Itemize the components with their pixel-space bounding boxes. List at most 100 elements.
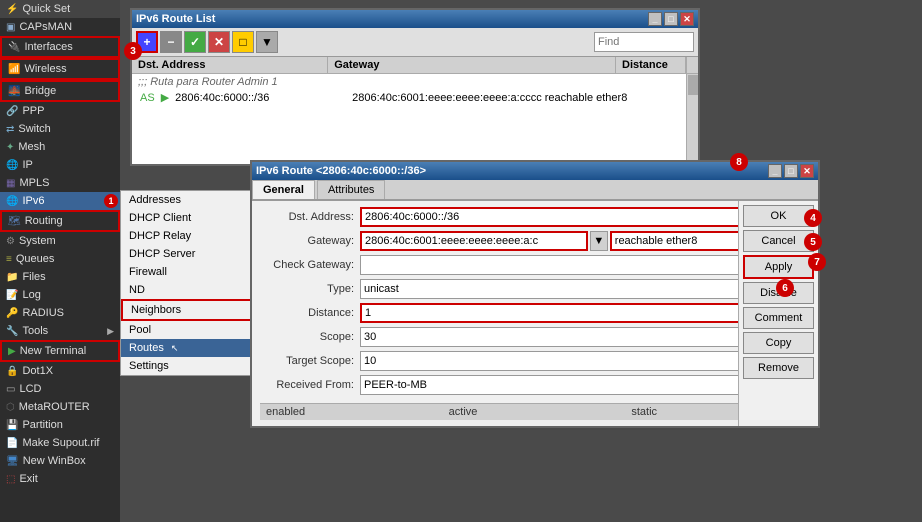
sidebar-item-partition[interactable]: 💾 Partition — [0, 416, 120, 434]
sidebar-item-exit[interactable]: ⬚ Exit — [0, 470, 120, 488]
sidebar-label-exit: Exit — [19, 473, 37, 485]
sidebar-label-partition: Partition — [22, 419, 62, 431]
sidebar-label-ip: IP — [22, 159, 32, 171]
type-input[interactable] — [360, 279, 772, 299]
sidebar-item-tools[interactable]: 🔧 Tools ▶ — [0, 322, 120, 340]
sidebar: ⚡ Quick Set ▣ CAPsMAN 🔌 Interfaces 📶 Wir… — [0, 0, 120, 522]
gateway-input[interactable] — [360, 231, 588, 251]
route-list-title: IPv6 Route List — [136, 13, 215, 25]
comment-button[interactable]: Comment — [743, 307, 814, 329]
route-edit-maximize-btn[interactable]: □ — [784, 164, 798, 178]
sidebar-item-system[interactable]: ⚙ System — [0, 232, 120, 250]
sidebar-item-metarouter[interactable]: ⬡ MetaROUTER — [0, 398, 120, 416]
enable-route-btn[interactable]: ✓ — [184, 31, 206, 53]
queues-icon: ≡ — [6, 254, 12, 265]
scrollbar-thumb[interactable] — [688, 75, 698, 95]
sidebar-label-quick-set: Quick Set — [22, 3, 70, 15]
sidebar-label-make-supout: Make Supout.rif — [22, 437, 99, 449]
route-list-close-btn[interactable]: ✕ — [680, 12, 694, 26]
remove-route-btn[interactable]: − — [160, 31, 182, 53]
copy-button[interactable]: Copy — [743, 332, 814, 354]
sidebar-item-queues[interactable]: ≡ Queues — [0, 250, 120, 268]
sidebar-item-new-terminal[interactable]: ▶ New Terminal — [0, 340, 120, 362]
filter-route-btn[interactable]: ▼ — [256, 31, 278, 53]
submenu-dhcp-server[interactable]: DHCP Server — [121, 245, 254, 263]
interfaces-icon: 🔌 — [8, 42, 20, 53]
type-label: Type: — [260, 283, 360, 295]
distance-input[interactable] — [360, 303, 796, 323]
status-active: active — [449, 406, 626, 418]
scrollbar-vertical[interactable] — [686, 74, 698, 164]
apply-button[interactable]: Apply — [743, 255, 814, 279]
col-dst-address: Dst. Address — [132, 57, 328, 73]
submenu-firewall[interactable]: Firewall — [121, 263, 254, 281]
route-list-window: IPv6 Route List _ □ ✕ 3 + − ✓ ✕ □ ▼ Dst.… — [130, 8, 700, 166]
route-find-input[interactable] — [594, 32, 694, 52]
distance-label: Distance: — [260, 307, 360, 319]
winbox-icon: 🖥 — [6, 456, 19, 467]
make-supout-icon: 📄 — [6, 438, 18, 449]
sidebar-item-capsman[interactable]: ▣ CAPsMAN — [0, 18, 120, 36]
sidebar-item-mesh[interactable]: ✦ Mesh — [0, 138, 120, 156]
ipv6-badge: 1 — [104, 194, 118, 208]
submenu-dhcp-relay[interactable]: DHCP Relay — [121, 227, 254, 245]
route-edit-window: 8 IPv6 Route <2806:40c:6000::/36> _ □ ✕ … — [250, 160, 820, 428]
sidebar-item-files[interactable]: 📁 Files — [0, 268, 120, 286]
submenu-neighbors[interactable]: Neighbors — [121, 299, 254, 321]
sidebar-label-wireless: Wireless — [24, 63, 66, 75]
sidebar-label-queues: Queues — [16, 253, 55, 265]
sidebar-item-log[interactable]: 📝 Log — [0, 286, 120, 304]
sidebar-item-quick-set[interactable]: ⚡ Quick Set — [0, 0, 120, 18]
route-list-toolbar: + − ✓ ✕ □ ▼ — [132, 28, 698, 57]
sidebar-item-wireless[interactable]: 📶 Wireless — [0, 58, 120, 80]
wireless-icon: 📶 — [8, 64, 20, 75]
submenu-nd-label: ND — [129, 284, 145, 296]
sidebar-item-lcd[interactable]: ▭ LCD — [0, 380, 120, 398]
col-distance: Distance — [616, 57, 686, 73]
sidebar-item-routing[interactable]: 🗺 Routing — [0, 210, 120, 232]
sidebar-item-interfaces[interactable]: 🔌 Interfaces — [0, 36, 120, 58]
submenu-nd[interactable]: ND — [121, 281, 254, 299]
sidebar-label-mpls: MPLS — [19, 177, 49, 189]
route-edit-close-btn[interactable]: ✕ — [800, 164, 814, 178]
sidebar-item-mpls[interactable]: ▦ MPLS — [0, 174, 120, 192]
sidebar-item-radius[interactable]: 🔑 RADIUS — [0, 304, 120, 322]
sidebar-item-ipv6[interactable]: 🌐 IPv6 ▶ 1 — [0, 192, 120, 210]
sidebar-item-switch[interactable]: ⇄ Switch — [0, 120, 120, 138]
disable-route-btn[interactable]: ✕ — [208, 31, 230, 53]
sidebar-item-make-supout[interactable]: 📄 Make Supout.rif — [0, 434, 120, 452]
sidebar-item-ppp[interactable]: 🔗 PPP — [0, 102, 120, 120]
sidebar-label-files: Files — [22, 271, 45, 283]
sidebar-label-lcd: LCD — [19, 383, 41, 395]
tab-attributes[interactable]: Attributes — [317, 180, 385, 199]
sidebar-label-ipv6: IPv6 — [22, 195, 44, 207]
route-edit-minimize-btn[interactable]: _ — [768, 164, 782, 178]
target-scope-label: Target Scope: — [260, 355, 360, 367]
sidebar-item-new-winbox[interactable]: 🖥 New WinBox — [0, 452, 120, 470]
sidebar-item-bridge[interactable]: 🌉 Bridge — [0, 80, 120, 102]
remove-button[interactable]: Remove — [743, 357, 814, 379]
submenu-pool[interactable]: Pool — [121, 321, 254, 339]
apply-badge: 7 — [808, 253, 826, 271]
dst-address-row-container: 4 Dst. Address: — [260, 207, 814, 227]
scope-row: Scope: — [260, 327, 814, 347]
sidebar-item-dot1x[interactable]: 🔒 Dot1X — [0, 362, 120, 380]
submenu-routes[interactable]: Routes ↖ — [121, 339, 254, 357]
sidebar-item-ip[interactable]: 🌐 IP — [0, 156, 120, 174]
submenu-settings[interactable]: Settings — [121, 357, 254, 375]
distance-row: Distance: ▲ — [260, 303, 814, 323]
route-list-minimize-btn[interactable]: _ — [648, 12, 662, 26]
clone-route-btn[interactable]: □ — [232, 31, 254, 53]
route-comment: ;;; Ruta para Router Admin 1 — [132, 74, 698, 90]
submenu-addresses[interactable]: Addresses — [121, 191, 254, 209]
dst-address-badge: 4 — [804, 209, 822, 227]
table-row[interactable]: AS ▶ 2806:40c:6000::/36 2806:40c:6001:ee… — [132, 90, 698, 105]
quick-set-icon: ⚡ — [6, 4, 18, 15]
sidebar-label-system: System — [19, 235, 56, 247]
check-gateway-input[interactable] — [360, 255, 794, 275]
tab-general[interactable]: General — [252, 180, 315, 199]
gateway-dropdown-btn[interactable]: ▼ — [590, 231, 608, 251]
route-list-maximize-btn[interactable]: □ — [664, 12, 678, 26]
submenu-dhcp-client[interactable]: DHCP Client — [121, 209, 254, 227]
sidebar-label-mesh: Mesh — [18, 141, 45, 153]
